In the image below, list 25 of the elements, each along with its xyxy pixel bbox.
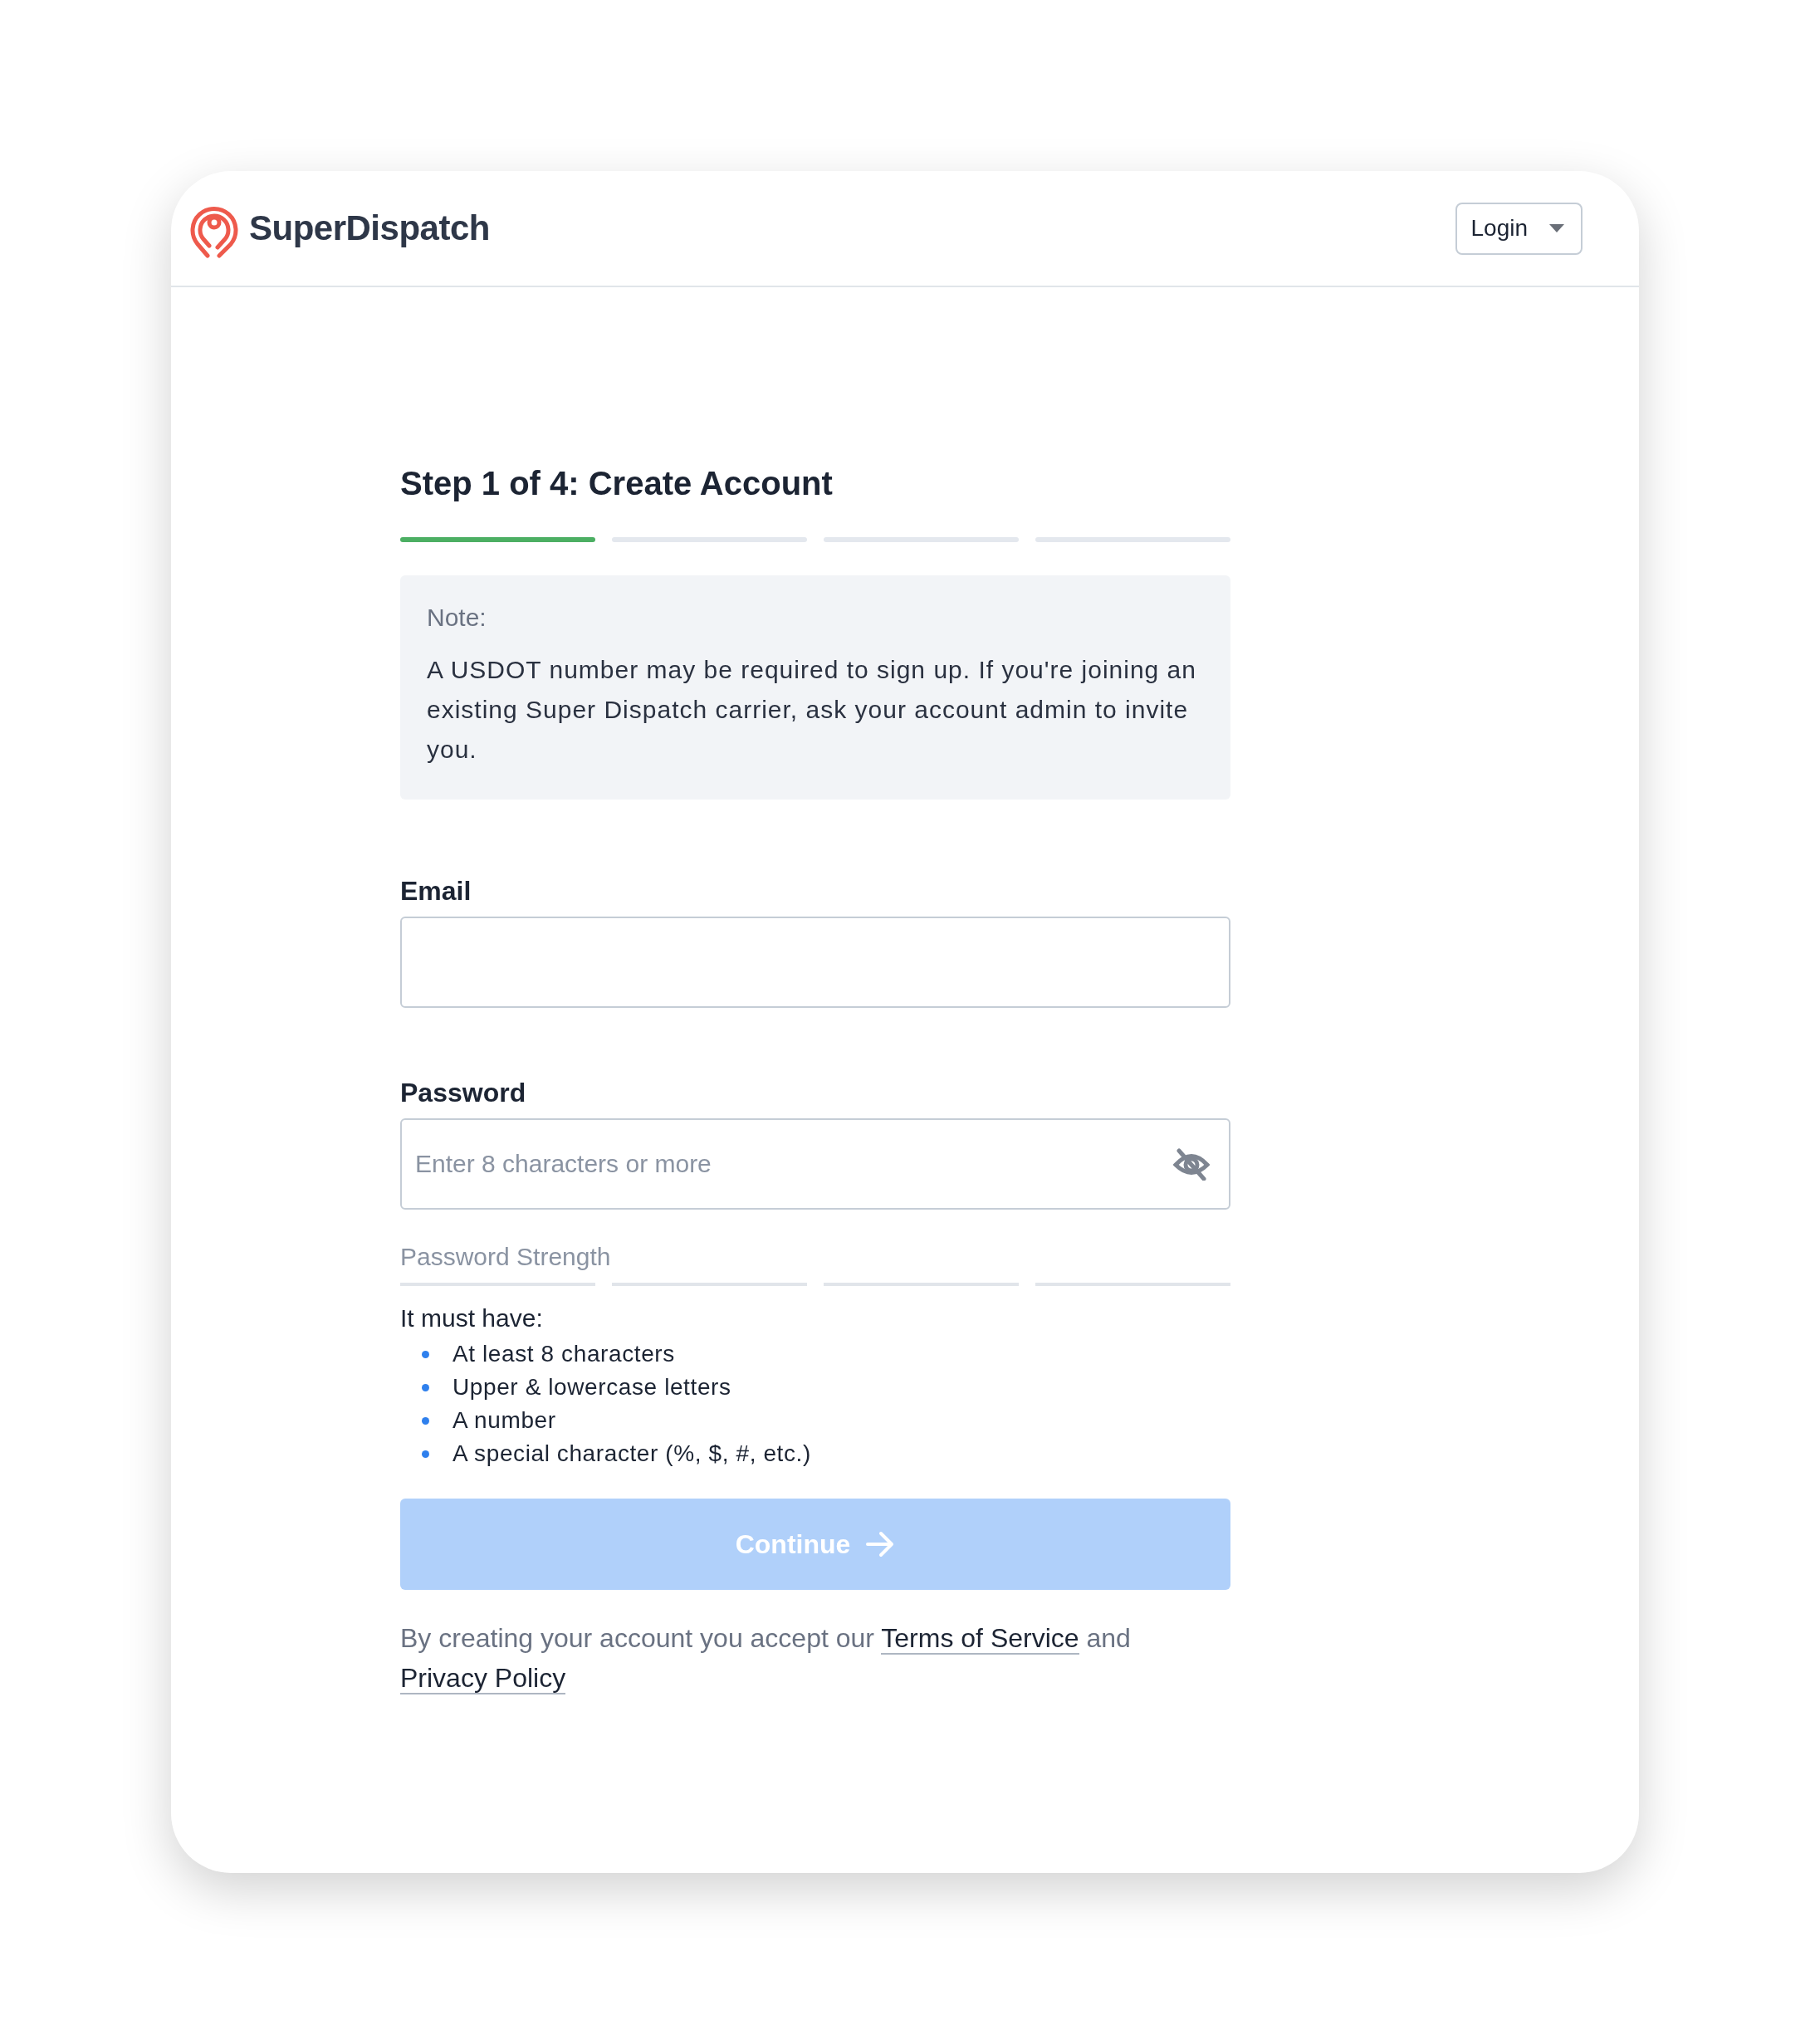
bullet-dot [422, 1350, 429, 1358]
note-text: A USDOT number may be required to sign up. If you're joining an existing Super Dispatch carrier, ask your account admin to invite you. [427, 655, 1197, 765]
requirement-item: A special character (%, $, #, etc.) [452, 1440, 811, 1467]
bullet-dot [422, 1416, 429, 1425]
email-field[interactable] [400, 917, 1230, 1008]
step-title: Step 1 of 4: Create Account [400, 465, 834, 502]
bullet-dot [422, 1383, 429, 1391]
arrow-right-icon [865, 1531, 896, 1557]
note-heading: Note: [427, 604, 487, 632]
terms-link[interactable]: Terms of Service [881, 1623, 1079, 1655]
terms-text: By creating your account you accept our Terms of Service and Privacy Policy [400, 1622, 1132, 1696]
password-label: Password [400, 1078, 527, 1108]
password-strength-label: Password Strength [400, 1243, 612, 1271]
password-field[interactable]: Enter 8 characters or more [400, 1118, 1230, 1210]
requirement-item: A number [452, 1407, 556, 1434]
requirements-heading: It must have: [400, 1304, 544, 1333]
terms-link[interactable]: Privacy Policy [400, 1663, 566, 1694]
brand-name: SuperDispatch [249, 208, 490, 248]
bullet-dot [422, 1450, 429, 1458]
login-dropdown[interactable]: Login [1455, 202, 1583, 255]
eye-slash-icon[interactable] [1172, 1147, 1211, 1181]
requirement-item: At least 8 characters [452, 1341, 675, 1367]
email-label: Email [400, 876, 472, 907]
caret-icon [1549, 224, 1564, 232]
requirement-item: Upper & lowercase letters [452, 1374, 731, 1401]
